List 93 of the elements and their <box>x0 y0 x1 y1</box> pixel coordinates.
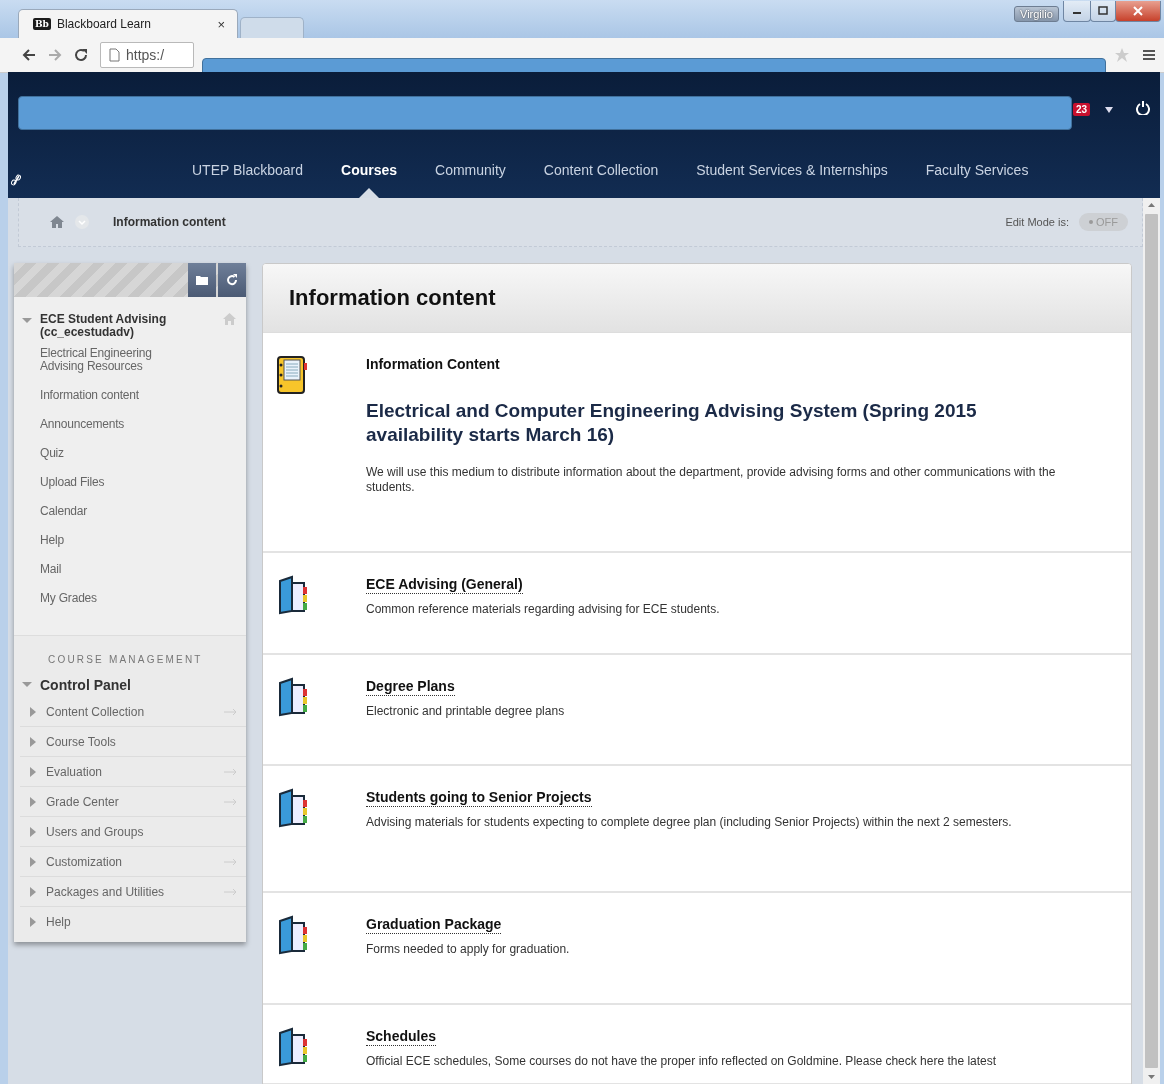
item-description: Forms needed to apply for graduation. <box>366 942 571 957</box>
item-description: Electronic and printable degree plans <box>366 704 566 719</box>
edit-mode-label: Edit Mode is: <box>1005 216 1069 228</box>
arrow-right-icon[interactable] <box>224 858 238 865</box>
item-title: Information Content <box>366 356 500 372</box>
home-icon[interactable] <box>223 313 236 325</box>
tab-title: Blackboard Learn <box>56 17 152 31</box>
folder-link[interactable]: Graduation Package <box>366 916 502 934</box>
nav-tab[interactable]: Courses <box>341 162 398 182</box>
star-icon[interactable] <box>1114 47 1130 63</box>
address-field[interactable]: https:/ <box>100 42 194 68</box>
course-title[interactable]: ECE Student Advising (cc_ecestudadv) <box>40 313 215 339</box>
panel-item[interactable]: Users and Groups <box>46 824 238 839</box>
maximize-icon <box>1097 6 1109 16</box>
collapsed-arrow-icon[interactable] <box>28 826 38 837</box>
collapsed-arrow-icon[interactable] <box>28 916 38 927</box>
link-icon[interactable] <box>11 174 21 186</box>
menu-link[interactable]: Electrical Engineering Advising Resources <box>14 347 246 373</box>
refresh-icon <box>225 273 239 287</box>
reload-icon[interactable] <box>74 48 88 62</box>
menu-icon[interactable] <box>1142 48 1156 62</box>
home-icon[interactable] <box>49 215 65 229</box>
folder-icon <box>195 273 209 287</box>
browser-tab[interactable] <box>240 17 304 38</box>
caret-icon[interactable] <box>1105 107 1113 113</box>
folder-link[interactable]: Schedules <box>366 1028 437 1046</box>
panel-item[interactable]: Grade Center <box>46 794 216 809</box>
panel-item[interactable]: Course Tools <box>46 734 238 749</box>
back-icon[interactable] <box>22 48 36 62</box>
menu-link[interactable]: Upload Files <box>14 476 246 489</box>
url-text: https:/ <box>126 47 165 63</box>
menu-link[interactable]: Calendar <box>14 505 246 518</box>
expanded-arrow-icon[interactable] <box>22 680 32 690</box>
nav-tab[interactable]: UTEP Blackboard <box>192 162 303 182</box>
panel-item[interactable]: Evaluation <box>46 764 216 779</box>
item-description: Advising materials for students expecting to complete degree plan (including Senior Projects) within the next 2 semesters. <box>366 815 1013 830</box>
notebook-icon <box>276 355 308 395</box>
binder-icon <box>276 575 308 615</box>
arrow-right-icon[interactable] <box>224 708 238 715</box>
collapsed-arrow-icon[interactable] <box>28 766 38 777</box>
panel-item[interactable]: Packages and Utilities <box>46 884 216 899</box>
menu-link[interactable]: My Grades <box>14 592 246 605</box>
collapsed-arrow-icon[interactable] <box>28 856 38 867</box>
binder-icon <box>276 915 308 955</box>
folder-link[interactable]: Students going to Senior Projects <box>366 789 592 807</box>
folder-button[interactable] <box>188 263 216 297</box>
menu-link[interactable]: Information content <box>14 389 246 402</box>
collapsed-arrow-icon[interactable] <box>28 706 38 717</box>
item-heading: Electrical and Computer Engineering Advising System (Spring 2015 availability starts March 16) <box>366 399 978 447</box>
forward-icon[interactable] <box>48 48 62 62</box>
section-heading: COURSE MANAGEMENT <box>47 654 204 665</box>
panel-item[interactable]: Help <box>46 914 238 929</box>
arrow-right-icon[interactable] <box>224 798 238 805</box>
nav-tab[interactable]: Student Services & Internships <box>696 162 888 182</box>
nav-tab[interactable]: Faculty Services <box>925 162 1029 182</box>
close-icon <box>1132 6 1144 16</box>
folder-link[interactable]: Degree Plans <box>366 678 455 696</box>
menu-link[interactable]: Mail <box>14 563 246 576</box>
binder-icon <box>276 677 308 717</box>
arrow-right-icon[interactable] <box>224 888 238 895</box>
menu-link[interactable]: Announcements <box>14 418 246 431</box>
collapsed-arrow-icon[interactable] <box>28 796 38 807</box>
minimize-button[interactable] <box>1063 1 1091 22</box>
close-button[interactable] <box>1115 1 1161 22</box>
refresh-button[interactable] <box>218 263 246 297</box>
item-description: We will use this medium to distribute information about the department, provide advising forms and other communications with the students. <box>366 465 1057 495</box>
browser-tab[interactable]: Bb Blackboard Learn × <box>18 9 238 38</box>
folder-link[interactable]: ECE Advising (General) <box>366 576 523 594</box>
menu-link[interactable]: Quiz <box>14 447 246 460</box>
expanded-arrow-icon[interactable] <box>22 316 32 326</box>
panel-title[interactable]: Control Panel <box>40 677 131 693</box>
notification-count[interactable]: 23 <box>1073 103 1091 116</box>
content-title: Information content <box>289 285 496 311</box>
arrow-right-icon[interactable] <box>224 768 238 775</box>
maximize-button[interactable] <box>1090 1 1116 22</box>
nav-tab[interactable]: Community <box>435 162 506 182</box>
page-title: Information content <box>113 215 226 229</box>
power-icon[interactable] <box>1136 100 1150 115</box>
page-icon <box>109 48 120 62</box>
scroll-thumb[interactable] <box>1145 214 1158 1068</box>
close-tab-button[interactable]: × <box>217 16 225 32</box>
collapsed-arrow-icon[interactable] <box>28 736 38 747</box>
site-logo: Bb <box>33 18 51 30</box>
menu-link[interactable]: Help <box>14 534 246 547</box>
binder-icon <box>276 788 308 828</box>
panel-item[interactable]: Customization <box>46 854 216 869</box>
binder-icon <box>276 1027 308 1067</box>
collapsed-arrow-icon[interactable] <box>28 886 38 897</box>
chevron-icon[interactable] <box>75 215 89 229</box>
nav-tab[interactable]: Content Collection <box>543 162 659 182</box>
item-description: Official ECE schedules, Some courses do not have the proper info reflected on Goldmine. Please check here the latest <box>366 1054 998 1069</box>
item-description: Common reference materials regarding advising for ECE students. <box>366 602 721 617</box>
panel-item[interactable]: Content Collection <box>46 704 216 719</box>
